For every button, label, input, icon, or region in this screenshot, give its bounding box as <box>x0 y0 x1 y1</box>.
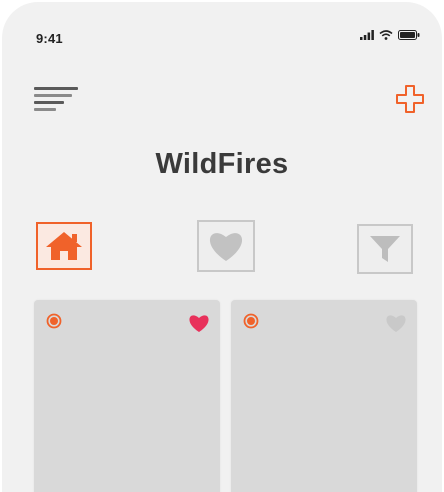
tab-home[interactable] <box>36 222 92 270</box>
battery-icon <box>398 30 420 40</box>
cellular-signal-icon <box>360 30 374 40</box>
phone-screen: 9:41 WildFires <box>2 2 442 492</box>
tab-favorites[interactable] <box>197 220 255 272</box>
wildfire-card[interactable] <box>34 300 220 492</box>
menu-icon[interactable] <box>34 86 80 112</box>
filter-icon <box>370 236 400 262</box>
add-icon[interactable] <box>394 83 426 115</box>
status-icons <box>360 30 420 40</box>
status-time: 9:41 <box>36 31 63 46</box>
wildfire-card[interactable] <box>231 300 417 492</box>
heart-icon[interactable] <box>385 313 407 333</box>
page-title: WildFires <box>155 148 289 180</box>
active-fire-indicator-icon <box>243 313 259 329</box>
heart-icon <box>209 233 243 261</box>
tab-filter[interactable] <box>357 224 413 274</box>
home-icon <box>46 232 82 260</box>
heart-icon[interactable] <box>188 313 210 333</box>
active-fire-indicator-icon <box>46 313 62 329</box>
wifi-icon <box>379 30 393 40</box>
status-bar: 9:41 <box>2 2 442 74</box>
